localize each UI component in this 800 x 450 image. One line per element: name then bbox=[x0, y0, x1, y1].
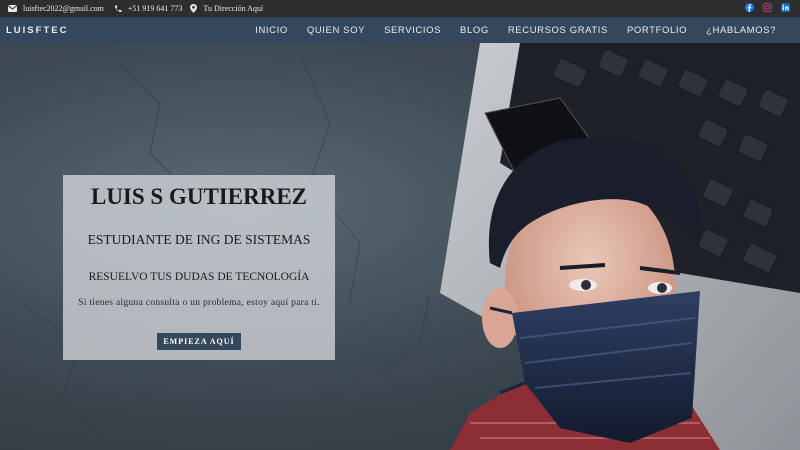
email-contact[interactable]: luisftec2022@gmail.com bbox=[8, 4, 104, 13]
nav-item-inicio[interactable]: INICIO bbox=[255, 25, 288, 36]
nav-item-hablamos[interactable]: ¿HABLAMOS? bbox=[706, 25, 776, 36]
nav-item-recursos-gratis[interactable]: RECURSOS GRATIS bbox=[508, 25, 608, 36]
address-contact: Tu Dirección Aquí bbox=[190, 4, 263, 13]
phone-icon bbox=[114, 5, 122, 12]
nav-item-quien-soy[interactable]: QUIEN SOY bbox=[307, 25, 365, 36]
nav-menu: INICIO QUIEN SOY SERVICIOS BLOG RECURSOS… bbox=[255, 17, 776, 43]
nav-item-portfolio[interactable]: PORTFOLIO bbox=[627, 25, 687, 36]
phone-text: +51 919 641 773 bbox=[127, 4, 183, 13]
hero-description: Si tienes alguna consulta o un problema,… bbox=[78, 298, 320, 308]
envelope-icon bbox=[8, 5, 17, 12]
hero-slogan: RESUELVO TUS DUDAS DE TECNOLOGÍA bbox=[88, 271, 310, 283]
hero-name: LUIS S GUTIERREZ bbox=[90, 184, 308, 209]
email-text: luisftec2022@gmail.com bbox=[23, 4, 104, 13]
hero-role: ESTUDIANTE DE ING DE SISTEMAS bbox=[87, 232, 311, 247]
start-here-button[interactable]: EMPIEZA AQUÍ bbox=[157, 333, 241, 350]
instagram-icon[interactable] bbox=[763, 3, 772, 12]
map-pin-icon bbox=[190, 4, 198, 13]
address-text: Tu Dirección Aquí bbox=[203, 4, 264, 13]
nav-item-servicios[interactable]: SERVICIOS bbox=[384, 25, 441, 36]
facebook-icon[interactable] bbox=[745, 3, 754, 12]
social-links bbox=[745, 3, 790, 12]
intro-card: LUIS S GUTIERREZ ESTUDIANTE DE ING DE SI… bbox=[63, 175, 335, 360]
hero-section: LUIS S GUTIERREZ ESTUDIANTE DE ING DE SI… bbox=[0, 43, 800, 450]
phone-contact[interactable]: +51 919 641 773 bbox=[114, 4, 183, 13]
site-logo[interactable]: LUISFTEC bbox=[6, 25, 68, 36]
nav-item-blog[interactable]: BLOG bbox=[460, 25, 489, 36]
main-navbar: LUISFTEC INICIO QUIEN SOY SERVICIOS BLOG… bbox=[0, 17, 800, 43]
top-info-bar: luisftec2022@gmail.com +51 919 641 773 T… bbox=[0, 0, 800, 17]
linkedin-icon[interactable] bbox=[781, 3, 790, 12]
